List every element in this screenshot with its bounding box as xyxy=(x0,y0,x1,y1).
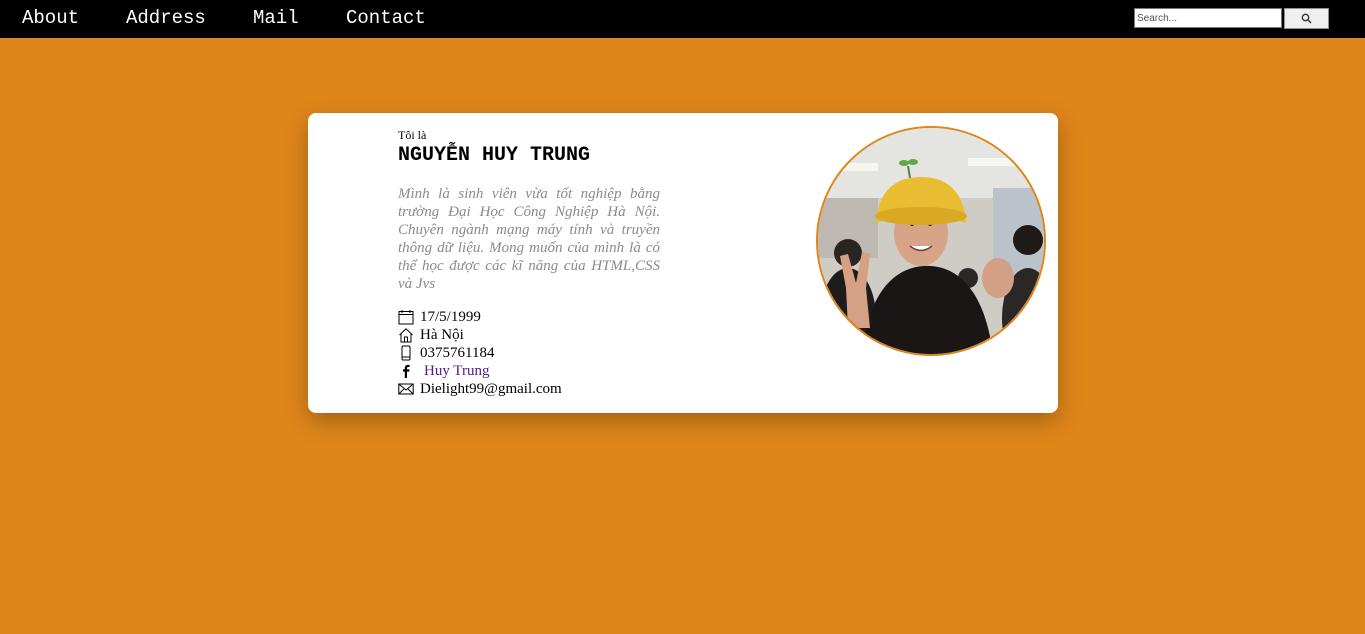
profile-photo xyxy=(818,128,1044,354)
house-icon xyxy=(398,327,414,343)
info-row-birthday: 17/5/1999 xyxy=(398,308,481,326)
calendar-icon xyxy=(398,309,414,325)
facebook-icon xyxy=(398,363,414,379)
info-row-phone: 0375761184 xyxy=(398,344,494,362)
nav-link-address[interactable]: Address xyxy=(126,7,206,29)
search-button[interactable] xyxy=(1284,8,1329,29)
profile-card: Tôi là NGUYỄN HUY TRUNG Mình là sinh viê… xyxy=(308,113,1058,413)
birthday-value: 17/5/1999 xyxy=(420,308,481,325)
profile-name: NGUYỄN HUY TRUNG xyxy=(398,144,591,167)
phone-icon xyxy=(398,345,414,361)
profile-bio: Mình là sinh viên vừa tốt nghiệp bằng tr… xyxy=(398,186,660,292)
info-row-facebook: Huy Trung xyxy=(398,362,489,380)
info-row-email: Dielight99@gmail.com xyxy=(398,380,562,398)
phone-value: 0375761184 xyxy=(420,344,495,361)
facebook-link[interactable]: Huy Trung xyxy=(424,363,489,380)
nav-link-mail[interactable]: Mail xyxy=(253,7,299,29)
intro-text: Tôi là xyxy=(398,128,427,142)
nav-link-about[interactable]: About xyxy=(22,7,79,29)
top-navbar: About Address Mail Contact xyxy=(0,0,1365,38)
email-value: Dielight99@gmail.com xyxy=(420,380,562,397)
avatar xyxy=(816,126,1046,356)
search-input[interactable] xyxy=(1134,8,1282,28)
nav-link-contact[interactable]: Contact xyxy=(346,7,426,29)
address-value: Hà Nội xyxy=(420,326,464,343)
envelope-icon xyxy=(398,381,414,397)
search-icon xyxy=(1285,13,1328,24)
info-row-address: Hà Nội xyxy=(398,326,464,344)
